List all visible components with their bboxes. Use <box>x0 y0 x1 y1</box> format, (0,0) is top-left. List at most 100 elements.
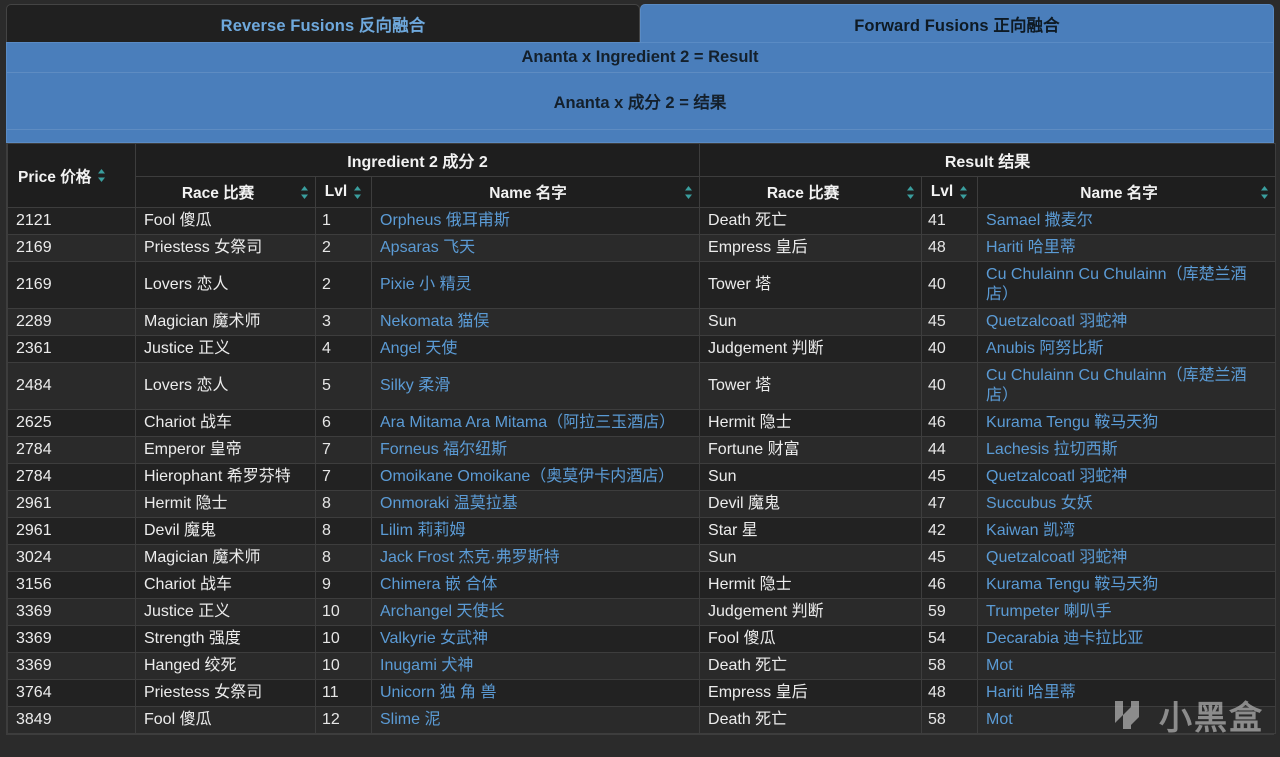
cell-rname[interactable]: Decarabia 迪卡拉比亚 <box>977 625 1277 653</box>
cell-rname[interactable]: Lachesis 拉切西斯 <box>977 436 1277 464</box>
col-header-result-lvl[interactable]: Lvl <box>921 176 979 208</box>
cell-rname[interactable]: Samael 撒麦尔 <box>977 207 1277 235</box>
col-header-result-name[interactable]: Name 名字 <box>977 176 1277 208</box>
cell-rname[interactable]: Kaiwan 凯湾 <box>977 517 1277 545</box>
cell-ilvl: 11 <box>315 679 372 707</box>
cell-iname[interactable]: Silky 柔滑 <box>370 362 701 410</box>
cell-rname[interactable]: Quetzalcoatl 羽蛇神 <box>977 463 1277 491</box>
tab-bar: Reverse Fusions 反向融合 Forward Fusions 正向融… <box>0 0 1280 42</box>
cell-iname[interactable]: Archangel 天使长 <box>370 598 701 626</box>
cell-iname[interactable]: Forneus 福尔纽斯 <box>370 436 701 464</box>
table-row[interactable]: 3849 Fool 傻瓜 12 Slime 泥 Death 死亡 58 Mot <box>7 706 1277 734</box>
table-row[interactable]: 2169 Priestess 女祭司 2 Apsaras 飞天 Empress 皇后 48… <box>7 234 1277 262</box>
cell-ilvl: 7 <box>315 436 372 464</box>
cell-rname[interactable]: Cu Chulainn Cu Chulainn（库楚兰酒店） <box>977 362 1277 410</box>
cell-rlvl: 40 <box>921 261 979 309</box>
formula-line-chinese: Ananta x 成分 2 = 结果 <box>7 73 1273 130</box>
cell-rlvl: 47 <box>921 490 979 518</box>
cell-iname[interactable]: Nekomata 猫俣 <box>370 308 701 336</box>
cell-rname[interactable]: Mot <box>977 652 1277 680</box>
table-row[interactable]: 2169 Lovers 恋人 2 Pixie 小 精灵 Tower 塔 40 Cu Chul… <box>7 261 1277 309</box>
cell-iname[interactable]: Jack Frost 杰克·弗罗斯特 <box>370 544 701 572</box>
cell-price: 2961 <box>7 490 136 518</box>
sort-icon[interactable] <box>1260 185 1269 200</box>
col-header-result-race[interactable]: Race 比赛 <box>699 176 923 208</box>
cell-rlvl: 54 <box>921 625 979 653</box>
cell-iname[interactable]: Valkyrie 女武神 <box>370 625 701 653</box>
cell-price: 3024 <box>7 544 136 572</box>
table-row[interactable]: 3156 Chariot 战车 9 Chimera 嵌 合体 Hermit 隐士 46 Ku… <box>7 571 1277 599</box>
cell-iname[interactable]: Orpheus 俄耳甫斯 <box>370 207 701 235</box>
col-header-price[interactable]: Price 价格 <box>7 143 136 208</box>
cell-iname[interactable]: Omoikane Omoikane（奥莫伊卡内酒店） <box>370 463 701 491</box>
table-row[interactable]: 2289 Magician 魔术师 3 Nekomata 猫俣 Sun 45 Quetzal… <box>7 308 1277 336</box>
table-row[interactable]: 2484 Lovers 恋人 5 Silky 柔滑 Tower 塔 40 Cu Chulai… <box>7 362 1277 410</box>
cell-rlvl: 42 <box>921 517 979 545</box>
cell-rname[interactable]: Hariti 哈里蒂 <box>977 234 1277 262</box>
sort-icon[interactable] <box>353 185 362 200</box>
cell-irace: Magician 魔术师 <box>135 308 316 336</box>
cell-price: 3369 <box>7 598 136 626</box>
table-row[interactable]: 3024 Magician 魔术师 8 Jack Frost 杰克·弗罗斯特 Sun 45… <box>7 544 1277 572</box>
cell-irace: Hermit 隐士 <box>135 490 316 518</box>
table-row[interactable]: 2784 Emperor 皇帝 7 Forneus 福尔纽斯 Fortune 财富 44 L… <box>7 436 1277 464</box>
col-group-header-ingredient: Ingredient 2 成分 2 <box>134 143 701 177</box>
table-row[interactable]: 2961 Devil 魔鬼 8 Lilim 莉莉姆 Star 星 42 Kaiwan 凯湾 <box>7 517 1277 545</box>
cell-irace: Chariot 战车 <box>135 409 316 437</box>
cell-iname[interactable]: Angel 天使 <box>370 335 701 363</box>
cell-rname[interactable]: Kurama Tengu 鞍马天狗 <box>977 571 1277 599</box>
table-row[interactable]: 2121 Fool 傻瓜 1 Orpheus 俄耳甫斯 Death 死亡 41 Samael… <box>7 207 1277 235</box>
table-row[interactable]: 2961 Hermit 隐士 8 Onmoraki 温莫拉基 Devil 魔鬼 47 Suc… <box>7 490 1277 518</box>
cell-price: 3156 <box>7 571 136 599</box>
table-row[interactable]: 3764 Priestess 女祭司 11 Unicorn 独 角 兽 Empress … <box>7 679 1277 707</box>
col-group-header-result: Result 结果 <box>699 143 1277 177</box>
cell-iname[interactable]: Apsaras 飞天 <box>370 234 701 262</box>
cell-price: 2121 <box>7 207 136 235</box>
cell-iname[interactable]: Unicorn 独 角 兽 <box>370 679 701 707</box>
cell-rname[interactable]: Quetzalcoatl 羽蛇神 <box>977 308 1277 336</box>
cell-iname[interactable]: Slime 泥 <box>370 706 701 734</box>
cell-rrace: Tower 塔 <box>699 362 923 410</box>
table-row[interactable]: 3369 Strength 强度 10 Valkyrie 女武神 Fool 傻瓜 54 De… <box>7 625 1277 653</box>
cell-rname[interactable]: Hariti 哈里蒂 <box>977 679 1277 707</box>
cell-rrace: Sun <box>699 544 923 572</box>
tab-forward-fusions[interactable]: Forward Fusions 正向融合 <box>640 4 1274 42</box>
cell-rlvl: 46 <box>921 409 979 437</box>
cell-rrace: Death 死亡 <box>699 706 923 734</box>
table-row[interactable]: 3369 Justice 正义 10 Archangel 天使长 Judgement 判… <box>7 598 1277 626</box>
cell-rrace: Sun <box>699 463 923 491</box>
cell-iname[interactable]: Pixie 小 精灵 <box>370 261 701 309</box>
cell-rname[interactable]: Anubis 阿努比斯 <box>977 335 1277 363</box>
cell-rrace: Sun <box>699 308 923 336</box>
sort-icon[interactable] <box>300 185 309 200</box>
cell-rname[interactable]: Quetzalcoatl 羽蛇神 <box>977 544 1277 572</box>
cell-iname[interactable]: Chimera 嵌 合体 <box>370 571 701 599</box>
cell-iname[interactable]: Ara Mitama Ara Mitama（阿拉三玉酒店） <box>370 409 701 437</box>
cell-price: 2784 <box>7 436 136 464</box>
table-row[interactable]: 2784 Hierophant 希罗芬特 7 Omoikane Omoikane（奥莫… <box>7 463 1277 491</box>
cell-ilvl: 10 <box>315 625 372 653</box>
cell-iname[interactable]: Inugami 犬神 <box>370 652 701 680</box>
cell-irace: Priestess 女祭司 <box>135 234 316 262</box>
cell-iname[interactable]: Lilim 莉莉姆 <box>370 517 701 545</box>
sort-icon[interactable] <box>906 185 915 200</box>
table-row[interactable]: 2625 Chariot 战车 6 Ara Mitama Ara Mitama（阿拉三… <box>7 409 1277 437</box>
table-row[interactable]: 3369 Hanged 绞死 10 Inugami 犬神 Death 死亡 58 Mot <box>7 652 1277 680</box>
sort-icon[interactable] <box>97 168 106 183</box>
cell-irace: Hanged 绞死 <box>135 652 316 680</box>
sort-icon[interactable] <box>684 185 693 200</box>
col-header-ingredient-lvl[interactable]: Lvl <box>315 176 372 208</box>
fusion-calculator-app: Reverse Fusions 反向融合 Forward Fusions 正向融… <box>0 0 1280 757</box>
cell-rname[interactable]: Cu Chulainn Cu Chulainn（库楚兰酒店） <box>977 261 1277 309</box>
cell-rname[interactable]: Mot <box>977 706 1277 734</box>
table-row[interactable]: 2361 Justice 正义 4 Angel 天使 Judgement 判断 40 Anu… <box>7 335 1277 363</box>
cell-rname[interactable]: Trumpeter 喇叭手 <box>977 598 1277 626</box>
cell-rname[interactable]: Kurama Tengu 鞍马天狗 <box>977 409 1277 437</box>
sort-icon[interactable] <box>959 185 968 200</box>
col-header-ingredient-race[interactable]: Race 比赛 <box>135 176 316 208</box>
cell-iname[interactable]: Onmoraki 温莫拉基 <box>370 490 701 518</box>
tab-reverse-fusions[interactable]: Reverse Fusions 反向融合 <box>6 4 640 42</box>
cell-ilvl: 4 <box>315 335 372 363</box>
cell-rname[interactable]: Succubus 女妖 <box>977 490 1277 518</box>
col-header-ingredient-name[interactable]: Name 名字 <box>370 176 701 208</box>
